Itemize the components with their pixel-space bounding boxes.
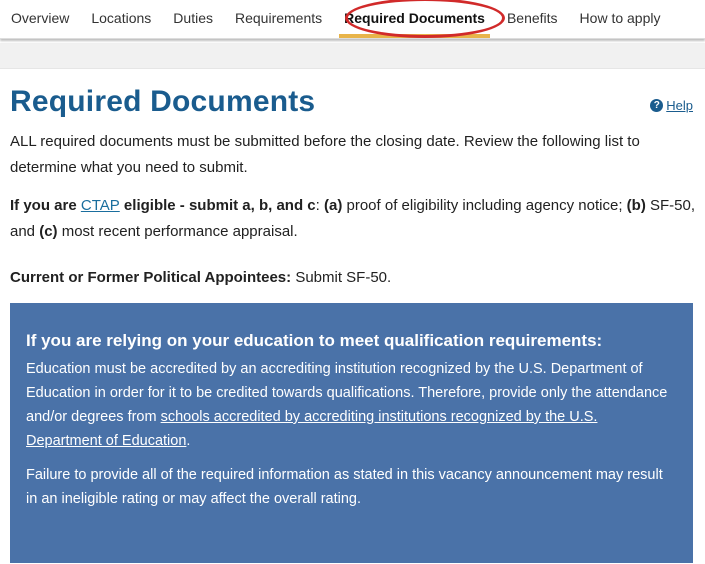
education-callout: If you are relying on your education to … (10, 303, 693, 563)
tab-overview[interactable]: Overview (0, 0, 80, 38)
ctap-link[interactable]: CTAP (81, 197, 120, 214)
intro-text: ALL required documents must be submitted… (10, 133, 640, 176)
tab-benefits[interactable]: Benefits (496, 0, 569, 38)
page-title: Required Documents (10, 85, 316, 118)
ctap-c: (c) (39, 223, 58, 240)
education-heading: If you are relying on your education to … (26, 331, 603, 350)
help-link[interactable]: ? Help (650, 98, 693, 113)
political-paragraph: Current or Former Political Appointees: … (10, 265, 695, 291)
ctap-eligible: eligible - submit a, b, and c (119, 197, 316, 214)
tab-requirements[interactable]: Requirements (224, 0, 333, 38)
education-paragraph: Education must be accredited by an accre… (26, 357, 677, 453)
tab-required-documents[interactable]: Required Documents (333, 0, 496, 38)
ctap-colon: : (315, 197, 324, 214)
help-label: Help (666, 98, 693, 113)
political-label: Current or Former Political Appointees: (10, 269, 292, 286)
failure-paragraph: Failure to provide all of the required i… (26, 467, 663, 507)
tab-duties[interactable]: Duties (162, 0, 224, 38)
political-text: Submit SF-50. (291, 269, 392, 286)
ctap-a: (a) (323, 197, 343, 214)
ctap-c-text: most recent performance appraisal. (57, 223, 298, 240)
main-content: ? Help Required Documents ALL required d… (0, 85, 705, 563)
section-divider (0, 43, 705, 69)
ctap-prefix: If you are (10, 197, 81, 214)
ctap-paragraph: If you are CTAP eligible - submit a, b, … (10, 193, 695, 245)
help-icon: ? (650, 99, 664, 112)
tab-how-to-apply[interactable]: How to apply (569, 0, 672, 38)
ctap-b: (b) (626, 197, 646, 214)
tab-locations[interactable]: Locations (80, 0, 162, 38)
ctap-a-text: proof of eligibility including agency no… (342, 197, 627, 214)
tab-navigation: Overview Locations Duties Requirements R… (0, 0, 705, 39)
education-period: . (186, 433, 191, 449)
